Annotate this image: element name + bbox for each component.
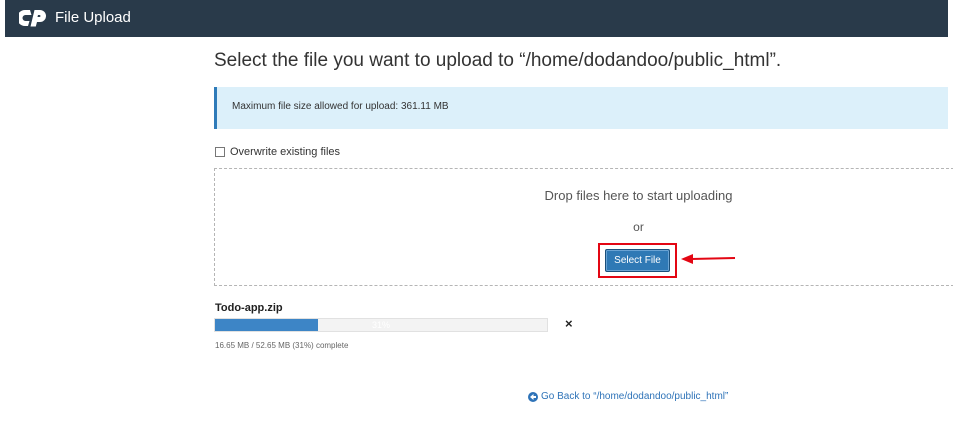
arrow-left-circle-icon — [528, 391, 538, 402]
go-back-label: Go Back to “/home/dodandoo/public_html” — [541, 391, 729, 402]
select-file-button[interactable]: Select File — [605, 249, 670, 272]
progress-label: 31% — [371, 320, 390, 330]
red-arrow-icon — [681, 252, 737, 270]
upload-progress-bar: 31% — [214, 318, 548, 332]
drop-text: Drop files here to start uploading — [544, 188, 733, 203]
max-size-text: Maximum file size allowed for upload: 36… — [232, 101, 449, 112]
overwrite-checkbox[interactable] — [215, 147, 225, 157]
overwrite-option[interactable]: Overwrite existing files — [215, 146, 340, 158]
or-text: or — [633, 220, 644, 234]
app-header: File Upload — [19, 6, 131, 30]
app-title: File Upload — [55, 9, 131, 26]
overwrite-label: Overwrite existing files — [230, 146, 341, 158]
page-title: Select the file you want to upload to “/… — [214, 50, 782, 71]
cancel-upload-icon[interactable]: × — [565, 317, 573, 331]
top-bar: File Upload — [5, 0, 948, 37]
max-size-notice: Maximum file size allowed for upload: 36… — [214, 87, 948, 129]
cpanel-logo-icon — [19, 8, 49, 28]
go-back-link[interactable]: Go Back to “/home/dodandoo/public_html” — [528, 391, 728, 402]
upload-filename: Todo-app.zip — [215, 302, 283, 314]
upload-status: 16.65 MB / 52.65 MB (31%) complete — [215, 341, 349, 350]
drop-zone[interactable]: Drop files here to start uploading or — [214, 168, 953, 286]
